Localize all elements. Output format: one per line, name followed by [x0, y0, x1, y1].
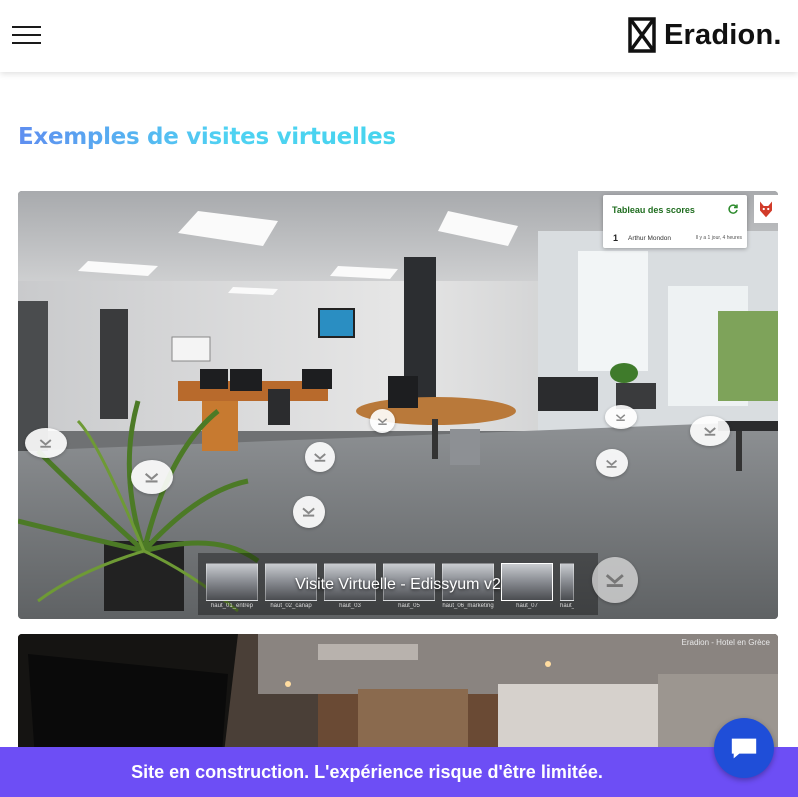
scoreboard-panel: Tableau des scores 1 Arthur Mondon Il y … — [603, 195, 747, 248]
chat-bubble-icon — [731, 738, 757, 759]
scene-thumbnail[interactable]: haut_06_marketing — [442, 563, 494, 611]
tour-label: Eradion - Hotel en Grèce — [681, 638, 771, 647]
navigation-hotspot[interactable] — [596, 449, 628, 477]
thumbnail-image — [501, 563, 553, 601]
refresh-icon[interactable] — [727, 203, 739, 215]
navigation-hotspot[interactable] — [690, 416, 730, 446]
construction-banner: Site en construction. L'expérience risqu… — [0, 747, 798, 797]
navigation-hotspot[interactable] — [25, 428, 67, 458]
chevron-down-icon — [40, 439, 52, 448]
chat-button[interactable] — [714, 718, 774, 778]
navigation-hotspot[interactable] — [305, 442, 335, 472]
fox-mascot-badge[interactable] — [754, 195, 778, 223]
navigation-hotspot[interactable] — [370, 409, 395, 433]
menu-bar — [12, 26, 41, 28]
scene-thumbnail[interactable]: haut_02_canap — [265, 563, 317, 611]
chevron-down-icon — [606, 574, 624, 588]
thumbnail-label: haut_05 — [398, 603, 420, 609]
thumbnail-image — [324, 563, 376, 601]
scene-thumbnail-active[interactable]: haut_07 — [501, 563, 553, 611]
section-title: Exemples de visites virtuelles — [18, 124, 396, 150]
scene-thumbnail[interactable]: haut_01_entrep — [206, 563, 258, 611]
chevron-down-icon — [145, 472, 159, 483]
thumbnail-image — [442, 563, 494, 601]
site-header: Eradion. — [0, 0, 798, 72]
chevron-down-icon — [616, 414, 626, 421]
eradion-logo-mark-icon — [628, 17, 656, 53]
scene-thumbnail[interactable]: haut_03 — [324, 563, 376, 611]
hamburger-menu-icon[interactable] — [12, 24, 42, 46]
panorama-scene[interactable] — [18, 191, 778, 619]
thumbnail-label: haut_03 — [339, 603, 361, 609]
eradion-logo[interactable]: Eradion. — [628, 17, 782, 53]
chevron-down-icon — [606, 459, 618, 468]
fox-mascot-icon — [760, 201, 772, 218]
scoreboard-time: Il y a 1 jour, 4 heures — [695, 235, 742, 241]
banner-text: Site en construction. L'expérience risqu… — [131, 761, 603, 782]
scoreboard-rank: 1 — [613, 233, 619, 243]
chevron-down-icon — [302, 508, 316, 517]
thumbnail-image — [265, 563, 317, 601]
thumbnail-image — [383, 563, 435, 601]
thumbnail-label: haut_07 — [516, 603, 538, 609]
scene-thumbnail-strip: haut_01_entrep haut_02_canap haut_03 hau… — [206, 563, 574, 611]
menu-bar — [12, 34, 41, 36]
thumbnail-image — [560, 563, 574, 601]
thumbnail-image — [206, 563, 258, 601]
thumbnail-label: haut_02_canap — [270, 603, 312, 609]
logo-text: Eradion. — [664, 18, 782, 51]
thumbnail-label: haut_06_marketing — [442, 603, 494, 609]
scene-thumbnail[interactable]: haut_ — [560, 563, 574, 611]
thumbnail-label: haut_01_entrep — [210, 603, 254, 609]
virtual-tour-edissyum[interactable]: Tableau des scores 1 Arthur Mondon Il y … — [18, 191, 778, 619]
scoreboard-player-name: Arthur Mondon — [628, 235, 671, 242]
scene-thumbnail[interactable]: haut_05 — [383, 563, 435, 611]
menu-bar — [12, 42, 41, 44]
thumbnail-label: haut_ — [560, 603, 574, 609]
navigation-hotspot[interactable] — [131, 460, 173, 494]
navigation-hotspot[interactable] — [605, 405, 637, 429]
chevron-down-icon — [377, 418, 388, 425]
navigation-hotspot[interactable] — [592, 557, 638, 603]
chevron-down-icon — [314, 453, 326, 462]
navigation-hotspot[interactable] — [293, 496, 325, 528]
chevron-down-icon — [704, 427, 716, 436]
scoreboard-title: Tableau des scores — [612, 205, 695, 215]
